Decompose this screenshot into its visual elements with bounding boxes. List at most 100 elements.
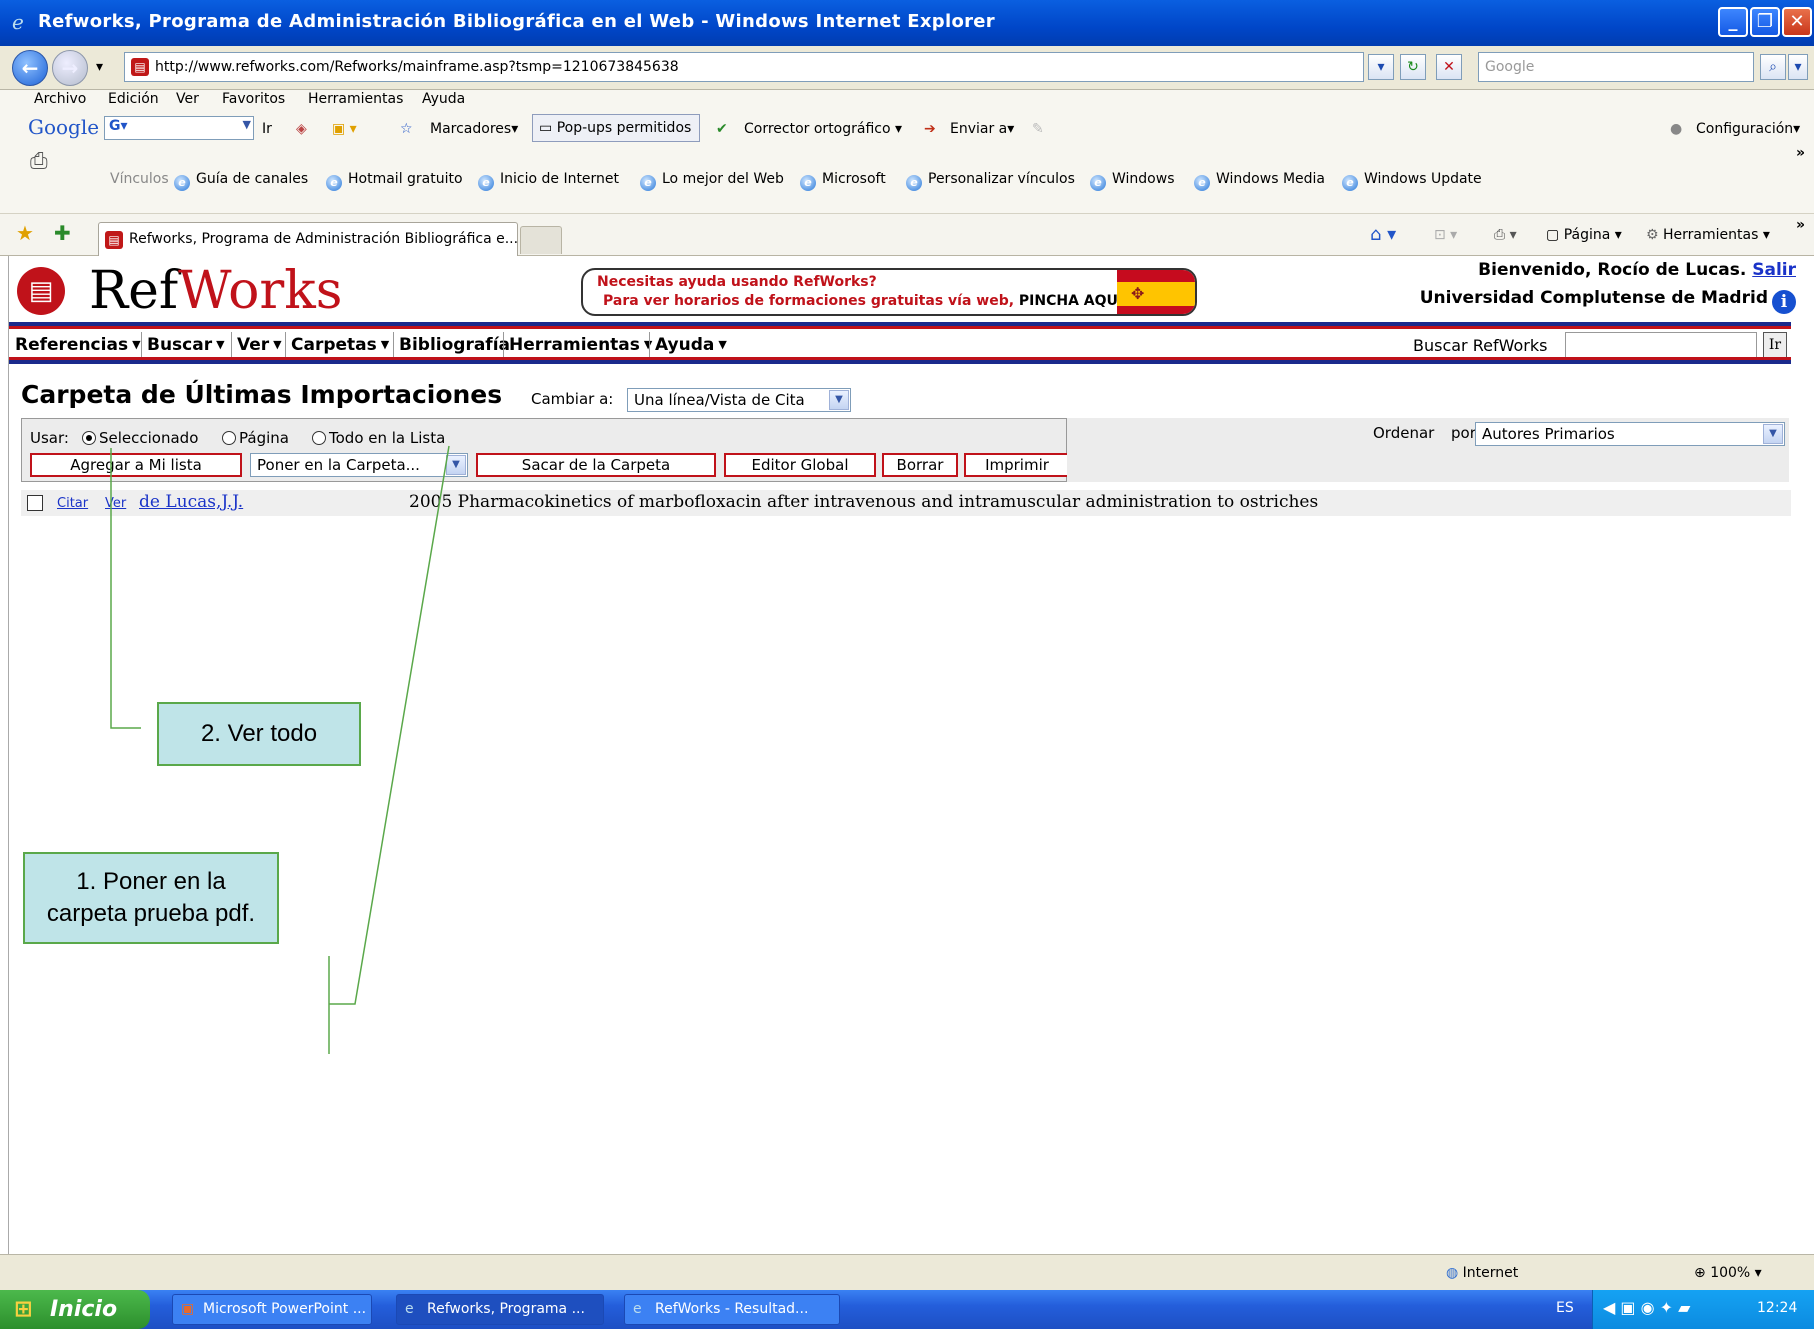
task-powerpoint[interactable]: ▣ Microsoft PowerPoint ... (172, 1294, 372, 1325)
ie-logo-icon: e (12, 10, 24, 34)
link-item[interactable]: e Inicio de Internet (478, 170, 619, 191)
menu-ayuda[interactable]: Ayuda (422, 90, 465, 108)
link-item[interactable]: e Windows Media (1194, 170, 1325, 191)
search-icon[interactable]: ⌕ (1760, 54, 1786, 80)
tab-bar: ★ ✚ ▤ Refworks, Programa de Administraci… (0, 214, 1814, 256)
links-label: Vínculos (110, 171, 169, 187)
link-item[interactable]: e Guía de canales (174, 170, 308, 191)
ie-page-icon: e (326, 175, 342, 191)
search-input[interactable]: Google (1478, 52, 1754, 82)
menu-archivo[interactable]: Archivo (34, 90, 86, 108)
favorites-star-icon[interactable]: ★ (16, 223, 34, 243)
send-to-label: Enviar a (950, 121, 1008, 137)
window-title: Refworks, Programa de Administración Bib… (38, 11, 995, 32)
ie-page-icon: e (1342, 175, 1358, 191)
history-dropdown-icon[interactable]: ▾ (96, 58, 103, 76)
powerpoint-icon: ▣ (181, 1301, 195, 1317)
menu-edicion[interactable]: Edición (108, 90, 159, 108)
home-icon[interactable]: ⌂ ▾ (1370, 226, 1396, 244)
gear-icon: ⚙ (1646, 227, 1659, 243)
google-news-icon[interactable]: ◈ (296, 120, 307, 138)
link-item[interactable]: e Lo mejor del Web (640, 170, 784, 191)
ie-page-icon: e (640, 175, 656, 191)
url-text: http://www.refworks.com/Refworks/mainfra… (155, 59, 679, 75)
ie-page-icon: e (906, 175, 922, 191)
google-search-input[interactable]: G▾ ▼ (104, 116, 254, 140)
ie-icon: e (405, 1301, 414, 1317)
internet-zone: ◍ Internet (1446, 1265, 1519, 1281)
popups-label: Pop-ups permitidos (556, 120, 692, 136)
popups-button[interactable]: ▭ Pop-ups permitidos (532, 114, 700, 142)
spellcheck-label: Corrector ortográfico (744, 121, 891, 137)
callout-ver-todo: 2. Ver todo (157, 702, 361, 766)
spellcheck-button[interactable]: Corrector ortográfico ▾ (744, 120, 902, 138)
task-refworks-programa[interactable]: e Refworks, Programa ... (396, 1294, 604, 1325)
tools-menu-button[interactable]: ⚙ Herramientas ▾ (1646, 226, 1770, 244)
ie-page-icon: e (1090, 175, 1106, 191)
link-item[interactable]: e Microsoft (800, 170, 886, 191)
close-button[interactable]: ✕ (1782, 7, 1812, 37)
send-to-button[interactable]: Enviar a▾ (950, 120, 1014, 138)
start-button[interactable]: ⊞ Inicio (0, 1290, 150, 1329)
send-icon: ➔ (924, 121, 936, 137)
messenger-icon[interactable]: ⎙ (30, 150, 48, 174)
feeds-icon[interactable]: ⊡ ▾ (1434, 226, 1457, 244)
settings-icon: ● (1670, 121, 1683, 137)
google-go-button[interactable]: Ir (262, 120, 272, 138)
tab-title: Refworks, Programa de Administración Bib… (129, 231, 518, 247)
toolbar-overflow-icon[interactable]: » (1796, 144, 1805, 162)
link-item[interactable]: e Windows (1090, 170, 1175, 191)
settings-label: Configuración (1696, 121, 1794, 137)
link-item[interactable]: e Hotmail gratuito (326, 170, 463, 191)
google-logo: Google (28, 115, 100, 139)
ie-page-icon: e (478, 175, 494, 191)
new-tab-button[interactable] (520, 226, 562, 254)
minimize-button[interactable]: _ (1718, 7, 1748, 37)
taskbar: ⊞ Inicio ▣ Microsoft PowerPoint ... e Refw… (0, 1290, 1814, 1329)
link-item[interactable]: e Windows Update (1342, 170, 1482, 191)
url-field[interactable]: ▤ http://www.refworks.com/Refworks/mainf… (124, 52, 1364, 82)
page-favicon-icon: ▤ (105, 231, 123, 249)
search-options-icon[interactable]: ▾ (1788, 54, 1808, 80)
bookmarks-button[interactable]: Marcadores▾ (430, 120, 518, 138)
tools-menu-label: Herramientas (1663, 227, 1759, 243)
window-title-bar: e Refworks, Programa de Administración B… (0, 0, 1814, 46)
ie-page-icon: e (800, 175, 816, 191)
back-button[interactable]: ← (12, 50, 48, 86)
settings-button[interactable]: Configuración▾ (1696, 120, 1800, 138)
menu-herramientas[interactable]: Herramientas (308, 90, 403, 108)
ie-icon: e (633, 1301, 642, 1317)
bookmarks-label: Marcadores (430, 121, 512, 137)
ie-page-icon: e (174, 175, 190, 191)
forward-button[interactable]: → (52, 50, 88, 86)
page-favicon-icon: ▤ (131, 58, 149, 76)
menu-favoritos[interactable]: Favoritos (222, 90, 285, 108)
menu-ver[interactable]: Ver (176, 90, 199, 108)
tab-refworks[interactable]: ▤ Refworks, Programa de Administración B… (98, 222, 518, 256)
stop-button[interactable]: ✕ (1436, 54, 1462, 80)
zoom-control[interactable]: ⊕ 100% ▾ (1694, 1265, 1762, 1281)
address-bar: ← → ▾ ▤ http://www.refworks.com/Refworks… (0, 46, 1814, 90)
ie-page-icon: e (1194, 175, 1210, 191)
system-tray: ◀ ▣ ◉ ✦ ▰ 12:24 (1592, 1290, 1814, 1329)
callout-poner-carpeta: 1. Poner en la carpeta prueba pdf. (23, 852, 279, 944)
url-dropdown-button[interactable]: ▾ (1368, 54, 1394, 80)
zoom-icon: ⊕ (1694, 1265, 1706, 1281)
toolbars: Archivo Edición Ver Favoritos Herramient… (0, 90, 1814, 214)
page-menu-button[interactable]: ▢ Página ▾ (1546, 226, 1622, 244)
globe-icon: ◍ (1446, 1265, 1459, 1281)
dropdown-icon: ▼ (242, 118, 251, 131)
link-item[interactable]: e Personalizar vínculos (906, 170, 1075, 191)
commandbar-overflow-icon[interactable]: » (1796, 216, 1805, 234)
google-g-icon: G▾ (109, 118, 128, 134)
language-indicator[interactable]: ES (1556, 1300, 1574, 1316)
print-icon[interactable]: ⎙ ▾ (1494, 226, 1517, 244)
add-favorite-icon[interactable]: ✚ (54, 223, 71, 243)
refresh-button[interactable]: ↻ (1400, 54, 1426, 80)
tray-icons[interactable]: ◀ ▣ ◉ ✦ ▰ (1603, 1298, 1690, 1317)
google-blog-icon[interactable]: ▣ ▾ (332, 120, 357, 138)
task-refworks-resultados[interactable]: e RefWorks - Resultad... (624, 1294, 840, 1325)
page-menu-label: Página (1563, 227, 1611, 243)
maximize-button[interactable]: ❐ (1750, 7, 1780, 37)
windows-logo-icon: ⊞ (14, 1297, 33, 1322)
